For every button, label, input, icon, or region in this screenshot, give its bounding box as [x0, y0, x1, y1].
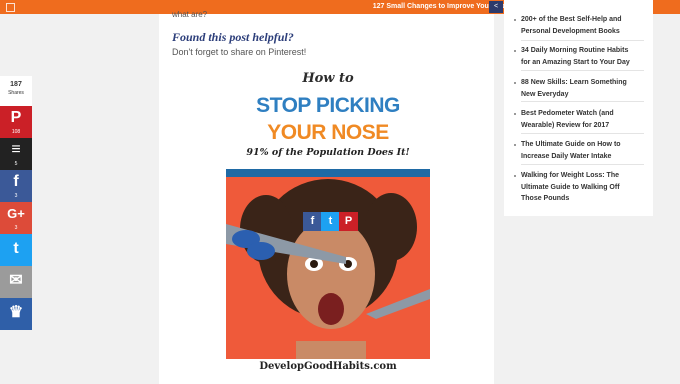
- post-content: what are? Found this post helpful? Don't…: [159, 10, 494, 384]
- related-posts-sidebar: 200+ of the Best Self-Help and Personal …: [504, 0, 653, 216]
- image-site-url: DevelopGoodHabits.com: [259, 361, 397, 372]
- googleplus-icon: G+: [7, 206, 25, 221]
- woman-photo: [226, 169, 430, 359]
- image-line-1: How to: [302, 71, 354, 86]
- image-line-2: STOP PICKING: [256, 94, 400, 117]
- facebook-icon: f: [13, 173, 19, 190]
- image-twitter-share-button[interactable]: t: [321, 212, 340, 231]
- share-total-label: Shares: [8, 90, 24, 96]
- facebook-share-button[interactable]: f 3: [0, 170, 32, 202]
- pinterest-share-button[interactable]: P 108: [0, 106, 32, 138]
- sidebar-divider: [521, 101, 644, 102]
- sidebar-link-water-intake[interactable]: The Ultimate Guide on How to Increase Da…: [514, 139, 639, 162]
- clipped-text: what are?: [172, 10, 208, 19]
- sidebar-link-walking-weight-loss[interactable]: Walking for Weight Loss: The Ultimate Gu…: [514, 170, 639, 205]
- email-icon: ✉: [9, 272, 23, 289]
- buffer-icon: ≡: [11, 141, 21, 158]
- image-facebook-share-button[interactable]: f: [303, 212, 322, 231]
- sumo-share-button[interactable]: ♛: [0, 298, 32, 330]
- buffer-count: 5: [14, 161, 18, 167]
- sidebar-link-self-help-books[interactable]: 200+ of the Best Self-Help and Personal …: [514, 14, 639, 37]
- banner-close-button[interactable]: <: [489, 1, 503, 13]
- image-pinterest-share-button[interactable]: P: [339, 212, 358, 231]
- share-prompt: Don't forget to share on Pinterest!: [172, 47, 307, 57]
- email-share-button[interactable]: ✉: [0, 266, 32, 298]
- googleplus-share-button[interactable]: G+ 3: [0, 202, 32, 234]
- share-total-count: 187: [10, 81, 22, 88]
- pinterest-count: 108: [11, 129, 21, 135]
- sidebar-divider: [521, 70, 644, 71]
- pinterest-icon: P: [10, 109, 22, 126]
- sidebar-divider: [521, 40, 644, 41]
- twitter-icon: t: [13, 240, 19, 257]
- image-line-4: 91% of the Population Does It!: [246, 147, 410, 158]
- crown-icon: ♛: [8, 304, 24, 321]
- buffer-share-button[interactable]: ≡ 5: [0, 138, 32, 170]
- found-heading: Found this post helpful?: [172, 30, 294, 44]
- sidebar-divider: [521, 133, 644, 134]
- sidebar-link-new-skills[interactable]: 88 New Skills: Learn Something New Every…: [514, 77, 639, 100]
- sidebar-link-pedometer-watch[interactable]: Best Pedometer Watch (and Wearable) Revi…: [514, 108, 639, 131]
- sidebar-divider: [521, 164, 644, 165]
- image-line-3: YOUR NOSE: [267, 121, 389, 144]
- share-total: 187 Shares: [0, 76, 32, 106]
- googleplus-count: 3: [14, 225, 18, 231]
- twitter-share-button[interactable]: t: [0, 234, 32, 266]
- sidebar-link-morning-routine[interactable]: 34 Daily Morning Routine Habits for an A…: [514, 45, 639, 68]
- facebook-count: 3: [14, 193, 18, 199]
